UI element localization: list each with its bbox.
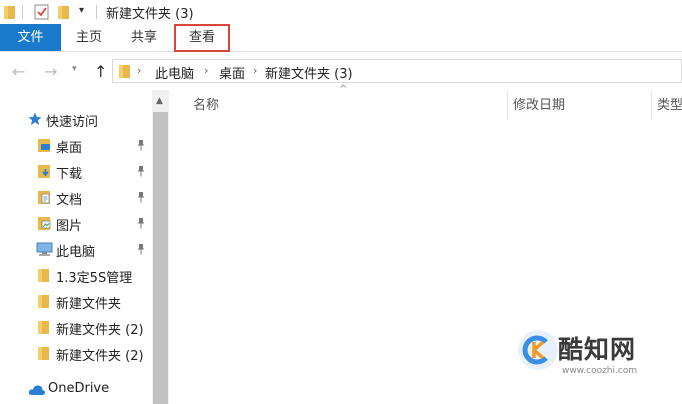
nav-item-label: 快速访问 xyxy=(46,115,99,130)
nav-item-folder[interactable]: 新建文件夹 (2) xyxy=(0,342,150,366)
properties-check-icon[interactable] xyxy=(34,3,50,24)
nav-item-folder[interactable]: 1.3定5S管理 xyxy=(0,264,150,288)
column-header-type[interactable]: 类型 xyxy=(657,94,682,113)
title-separator xyxy=(96,5,97,19)
nav-item-label: 新建文件夹 (2) xyxy=(56,349,144,364)
nav-item-desktop[interactable]: 桌面 xyxy=(0,134,150,158)
column-divider[interactable] xyxy=(507,90,508,120)
documents-folder-icon xyxy=(38,190,52,209)
star-icon xyxy=(28,112,42,130)
download-folder-icon xyxy=(38,164,52,183)
pin-icon[interactable] xyxy=(136,243,146,259)
back-button[interactable]: ← xyxy=(12,62,25,81)
new-folder-icon[interactable] xyxy=(58,5,70,23)
breadcrumb-separator[interactable]: › xyxy=(204,64,208,77)
nav-item-folder[interactable]: 新建文件夹 (2) xyxy=(0,316,150,340)
column-header-date-modified[interactable]: 修改日期 xyxy=(513,94,565,113)
watermark: 酷知网 www.coozhi.com xyxy=(518,326,668,386)
scrollbar-thumb[interactable] xyxy=(153,112,168,404)
pictures-folder-icon xyxy=(38,216,52,235)
desktop-folder-icon xyxy=(38,138,52,157)
column-divider[interactable] xyxy=(651,90,652,120)
navigation-pane: 快速访问 桌面 下载 文档 图片 此电脑 1.3定5S管理 新建文件夹 新建文件… xyxy=(0,90,152,404)
pin-icon[interactable] xyxy=(136,165,146,181)
nav-item-label: 图片 xyxy=(56,219,83,234)
tab-share[interactable]: 共享 xyxy=(118,24,170,51)
view-tab-highlight xyxy=(174,24,230,52)
folder-icon xyxy=(38,346,50,365)
breadcrumb-current-folder[interactable]: 新建文件夹 (3) xyxy=(265,63,353,82)
watermark-name: 酷知网 xyxy=(558,335,637,364)
title-bar: ▾ 新建文件夹 (3) xyxy=(0,0,682,24)
folder-icon xyxy=(119,64,131,82)
breadcrumb-separator[interactable]: › xyxy=(253,64,257,77)
nav-item-label: 1.3定5S管理 xyxy=(56,271,133,286)
folder-icon xyxy=(38,268,50,287)
forward-button[interactable]: → xyxy=(44,62,57,81)
tab-file[interactable]: 文件 xyxy=(0,24,61,51)
nav-item-this-pc[interactable]: 此电脑 xyxy=(0,238,150,262)
sort-indicator: ^ xyxy=(339,84,348,95)
navigation-scrollbar[interactable]: ▲ xyxy=(152,90,169,404)
nav-item-label: 下载 xyxy=(56,167,83,182)
watermark-logo xyxy=(518,330,558,370)
breadcrumb-this-pc[interactable]: 此电脑 xyxy=(155,63,194,82)
tab-home[interactable]: 主页 xyxy=(64,24,114,51)
cloud-icon xyxy=(28,384,46,400)
pin-icon[interactable] xyxy=(136,217,146,233)
toolbar-separator xyxy=(22,5,23,19)
watermark-url: www.coozhi.com xyxy=(562,366,638,376)
pin-icon[interactable] xyxy=(136,191,146,207)
window-title: 新建文件夹 (3) xyxy=(106,7,194,22)
pin-icon[interactable] xyxy=(136,139,146,155)
breadcrumb-separator[interactable]: › xyxy=(137,64,141,77)
scroll-up-arrow[interactable]: ▲ xyxy=(156,96,163,106)
nav-item-label: 文档 xyxy=(56,193,83,208)
nav-item-label: 此电脑 xyxy=(56,245,96,260)
computer-icon xyxy=(36,242,54,261)
nav-item-documents[interactable]: 文档 xyxy=(0,186,150,210)
nav-item-label: OneDrive xyxy=(48,381,110,396)
nav-item-label: 桌面 xyxy=(56,141,83,156)
nav-item-onedrive[interactable]: OneDrive xyxy=(0,378,150,402)
nav-item-downloads[interactable]: 下载 xyxy=(0,160,150,184)
nav-item-folder[interactable]: 新建文件夹 xyxy=(0,290,150,314)
nav-quick-access[interactable]: 快速访问 xyxy=(0,108,150,132)
up-button[interactable]: ↑ xyxy=(94,62,107,81)
breadcrumb-desktop[interactable]: 桌面 xyxy=(219,63,245,82)
folder-icon xyxy=(4,5,16,23)
nav-item-label: 新建文件夹 xyxy=(56,297,122,312)
address-field[interactable]: › 此电脑 › 桌面 › 新建文件夹 (3) xyxy=(112,59,682,83)
nav-item-pictures[interactable]: 图片 xyxy=(0,212,150,236)
folder-icon xyxy=(38,294,50,313)
customize-toolbar-dropdown[interactable]: ▾ xyxy=(79,5,84,16)
folder-icon xyxy=(38,320,50,339)
column-header-name[interactable]: 名称 xyxy=(193,94,219,113)
nav-item-label: 新建文件夹 (2) xyxy=(56,323,144,338)
recent-locations-button[interactable]: ▾ xyxy=(72,64,77,74)
ribbon: 文件 主页 共享 查看 xyxy=(0,24,682,52)
